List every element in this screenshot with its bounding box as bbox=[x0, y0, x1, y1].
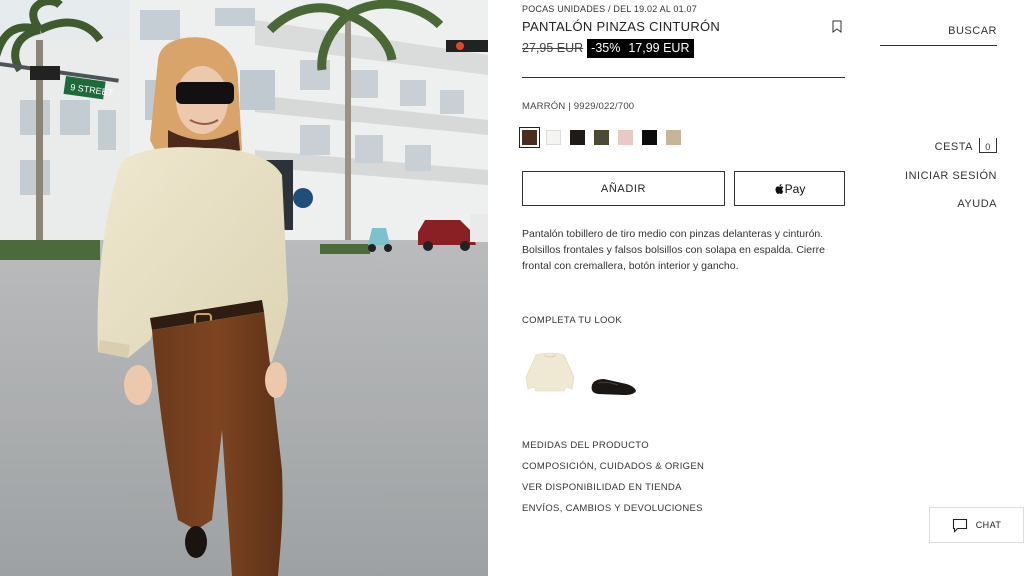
discount-percent: -35% bbox=[591, 41, 621, 55]
color-swatch[interactable] bbox=[570, 130, 585, 145]
complete-look-title: COMPLETA TU LOOK bbox=[522, 315, 622, 326]
chat-button[interactable]: CHAT bbox=[929, 507, 1024, 543]
help-link[interactable]: AYUDA bbox=[957, 198, 997, 210]
link-product-measurements[interactable]: MEDIDAS DEL PRODUCTO bbox=[522, 439, 704, 460]
price-row: 27,95 EUR -35% 17,99 EUR bbox=[522, 38, 694, 58]
add-to-cart-button[interactable]: AÑADIR bbox=[522, 171, 725, 206]
cart-label: CESTA bbox=[934, 141, 973, 153]
product-description: Pantalón tobillero de tiro medio con pin… bbox=[522, 228, 825, 272]
login-link[interactable]: INICIAR SESIÓN bbox=[905, 170, 997, 182]
old-price: 27,95 EUR bbox=[522, 41, 584, 55]
bookmark-icon[interactable] bbox=[831, 20, 843, 33]
color-swatch[interactable] bbox=[642, 130, 657, 145]
color-swatches bbox=[519, 127, 681, 148]
complete-look-items bbox=[522, 347, 640, 407]
color-swatch[interactable] bbox=[594, 130, 609, 145]
apple-icon bbox=[775, 183, 783, 194]
discount-badge: -35% 17,99 EUR bbox=[587, 38, 694, 58]
product-links: MEDIDAS DEL PRODUCTO COMPOSICIÓN, CUIDAD… bbox=[522, 439, 704, 523]
color-reference: MARRÓN | 9929/022/700 bbox=[522, 101, 635, 112]
product-image: 9 STREET bbox=[0, 0, 488, 576]
cart-link[interactable]: CESTA 0 bbox=[934, 138, 997, 153]
sweater-thumbnail[interactable] bbox=[522, 347, 578, 407]
search-field[interactable]: BUSCAR bbox=[880, 22, 997, 46]
link-composition-care[interactable]: COMPOSICIÓN, CUIDADOS & ORIGEN bbox=[522, 460, 704, 481]
divider bbox=[522, 77, 845, 78]
product-subtitle: POCAS UNIDADES / DEL 19.02 AL 01.07 bbox=[522, 4, 697, 14]
search-label: BUSCAR bbox=[948, 25, 997, 37]
color-swatch[interactable] bbox=[618, 130, 633, 145]
color-swatch[interactable] bbox=[666, 130, 681, 145]
color-swatch[interactable] bbox=[546, 130, 561, 145]
link-store-availability[interactable]: VER DISPONIBILIDAD EN TIENDA bbox=[522, 481, 704, 502]
chat-icon bbox=[952, 518, 967, 533]
product-photo[interactable]: 9 STREET bbox=[0, 0, 488, 576]
link-shipping-returns[interactable]: ENVÍOS, CAMBIOS Y DEVOLUCIONES bbox=[522, 502, 704, 523]
current-price: 17,99 EUR bbox=[628, 41, 690, 55]
cart-count: 0 bbox=[979, 138, 997, 153]
apple-pay-button[interactable]: Pay bbox=[734, 171, 845, 206]
chat-label: CHAT bbox=[975, 520, 1002, 530]
product-title: PANTALÓN PINZAS CINTURÓN bbox=[522, 19, 721, 34]
apple-pay-label: Pay bbox=[784, 181, 806, 196]
color-swatch[interactable] bbox=[519, 127, 540, 148]
shoe-thumbnail[interactable] bbox=[584, 347, 640, 407]
